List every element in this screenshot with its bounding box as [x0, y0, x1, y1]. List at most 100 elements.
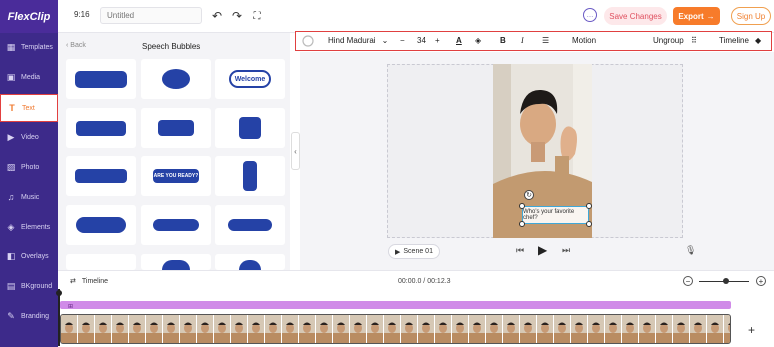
- text-align-icon[interactable]: ☰: [542, 32, 549, 49]
- sign-up-button[interactable]: Sign Up: [731, 7, 771, 25]
- text-color-icon[interactable]: A: [456, 32, 462, 49]
- text-track[interactable]: ⊞: [60, 301, 731, 310]
- video-track[interactable]: [60, 314, 731, 344]
- speech-bubble-tile[interactable]: ARE YOU READY?: [141, 156, 211, 196]
- playhead-handle[interactable]: [56, 290, 62, 296]
- sidebar-item-templates[interactable]: ▦ Templates: [0, 33, 58, 61]
- speech-bubble-tile[interactable]: [66, 108, 136, 148]
- speech-bubble-tile[interactable]: [215, 156, 285, 196]
- font-size-decrease-button[interactable]: −: [400, 32, 405, 49]
- resize-handle[interactable]: [519, 221, 525, 227]
- play-icon: ▶: [395, 248, 401, 256]
- speech-bubble-tile[interactable]: Welcome: [215, 59, 285, 99]
- next-icon[interactable]: ⏭: [562, 245, 570, 256]
- project-title-input[interactable]: [100, 7, 202, 24]
- fullscreen-icon[interactable]: ⛶: [250, 8, 264, 24]
- resize-handle[interactable]: [586, 203, 592, 209]
- speech-bubble-tile[interactable]: [66, 59, 136, 99]
- collapse-panel-handle[interactable]: ‹: [291, 132, 300, 170]
- sidebar-item-video[interactable]: ▶ Video: [0, 123, 58, 151]
- ungroup-button[interactable]: Ungroup: [653, 32, 684, 49]
- zoom-slider-handle[interactable]: [723, 278, 729, 284]
- sidebar-item-label: Templates: [21, 43, 53, 51]
- sidebar-item-elements[interactable]: ◈ Elements: [0, 213, 58, 241]
- font-size-value[interactable]: 34: [417, 32, 426, 49]
- timeline-header[interactable]: ⇄ Timeline: [70, 277, 108, 286]
- speech-bubble-preview: [228, 219, 272, 231]
- redo-icon[interactable]: ↷: [230, 8, 244, 24]
- export-label: Export: [678, 11, 704, 21]
- top-bar: FlexClip 9:16 ↶ ↷ ⛶ … Save Changes Expor…: [0, 0, 774, 33]
- sidebar-item-overlays[interactable]: ◧ Overlays: [0, 242, 58, 270]
- chevron-down-icon: ⌄: [381, 36, 389, 45]
- speech-bubble-preview: Welcome: [229, 70, 271, 88]
- templates-icon: ▦: [6, 41, 16, 52]
- export-button[interactable]: Export →: [673, 7, 720, 25]
- caption-text: Who's your favorite chef?: [523, 209, 575, 221]
- sidebar-item-label: Photo: [21, 163, 40, 171]
- sidebar-item-text[interactable]: T Text: [0, 94, 58, 122]
- speech-bubble-preview: [76, 217, 126, 233]
- font-family-value: Hind Madurai: [328, 36, 376, 45]
- speech-bubble-preview: [243, 161, 257, 191]
- color-picker-icon[interactable]: [302, 32, 314, 49]
- timeline-icon: ⇄: [70, 278, 76, 285]
- logo[interactable]: FlexClip: [0, 0, 58, 33]
- speech-bubble-tile[interactable]: [215, 108, 285, 148]
- sidebar-item-branding[interactable]: ✎ Branding: [0, 302, 58, 330]
- sidebar-item-label: Overlays: [21, 252, 49, 260]
- resize-handle[interactable]: [586, 221, 592, 227]
- speech-bubble-tile[interactable]: [141, 254, 211, 270]
- zoom-in-icon[interactable]: +: [756, 276, 766, 286]
- elements-icon: ◈: [7, 221, 15, 232]
- layers-icon[interactable]: ◆: [755, 32, 761, 49]
- music-icon: ♫: [7, 192, 15, 202]
- rotate-handle-icon[interactable]: ↻: [524, 190, 534, 200]
- microphone-icon[interactable]: 🎙: [685, 245, 696, 256]
- caption-text-box[interactable]: Who's your favorite chef?: [522, 206, 589, 224]
- save-changes-button[interactable]: Save Changes: [604, 7, 667, 25]
- sidebar-item-label: Elements: [21, 223, 51, 231]
- speech-bubble-tile[interactable]: [141, 59, 211, 99]
- speech-bubble-tile[interactable]: [141, 108, 211, 148]
- speech-bubble-preview: [158, 120, 194, 136]
- previous-icon[interactable]: ⏮: [516, 245, 524, 256]
- media-icon: ▣: [6, 71, 16, 82]
- panel-title: Speech Bubbles: [142, 42, 201, 51]
- scene-selector[interactable]: ▶ Scene 01: [388, 244, 440, 259]
- video-icon: ▶: [7, 131, 15, 142]
- sidebar-item-photo[interactable]: ▨ Photo: [0, 153, 58, 181]
- speech-bubble-tile[interactable]: [215, 205, 285, 245]
- sidebar-item-media[interactable]: ▣ Media: [0, 63, 58, 91]
- italic-icon[interactable]: I: [521, 32, 524, 49]
- sidebar-item-background[interactable]: ▤ BKground: [0, 272, 58, 300]
- speech-bubble-preview: [162, 260, 190, 270]
- timeline-toggle-button[interactable]: Timeline: [719, 32, 749, 49]
- add-scene-icon[interactable]: +: [748, 323, 755, 337]
- play-button[interactable]: ▶: [538, 243, 547, 257]
- aspect-ratio-selector[interactable]: 9:16: [74, 10, 90, 19]
- chat-icon[interactable]: …: [583, 8, 597, 22]
- scene-label: Scene 01: [403, 248, 433, 255]
- speech-bubble-preview: [162, 69, 190, 89]
- speech-bubble-tile[interactable]: [66, 156, 136, 196]
- bold-icon[interactable]: B: [500, 32, 506, 49]
- back-button[interactable]: ‹ Back: [66, 42, 86, 49]
- timeline-panel: ⇄ Timeline 00:00.0 / 00:12.3 − + ⊞ +: [56, 270, 774, 347]
- sidebar-item-music[interactable]: ♫ Music: [0, 183, 58, 211]
- highlight-icon[interactable]: ◈: [475, 32, 481, 49]
- speech-bubble-tile[interactable]: [141, 205, 211, 245]
- grid-icon[interactable]: ⠿: [691, 32, 697, 49]
- resize-handle[interactable]: [519, 203, 525, 209]
- speech-bubble-tile[interactable]: [66, 205, 136, 245]
- font-family-select[interactable]: Hind Madurai ⌄: [328, 32, 388, 49]
- speech-bubble-preview: [153, 219, 199, 231]
- background-icon: ▤: [6, 280, 16, 291]
- zoom-out-icon[interactable]: −: [683, 276, 693, 286]
- back-label: Back: [70, 42, 86, 49]
- motion-button[interactable]: Motion: [572, 32, 596, 49]
- speech-bubble-tile[interactable]: [215, 254, 285, 270]
- undo-icon[interactable]: ↶: [210, 8, 224, 24]
- font-size-increase-button[interactable]: +: [435, 32, 440, 49]
- speech-bubble-tile[interactable]: [66, 254, 136, 270]
